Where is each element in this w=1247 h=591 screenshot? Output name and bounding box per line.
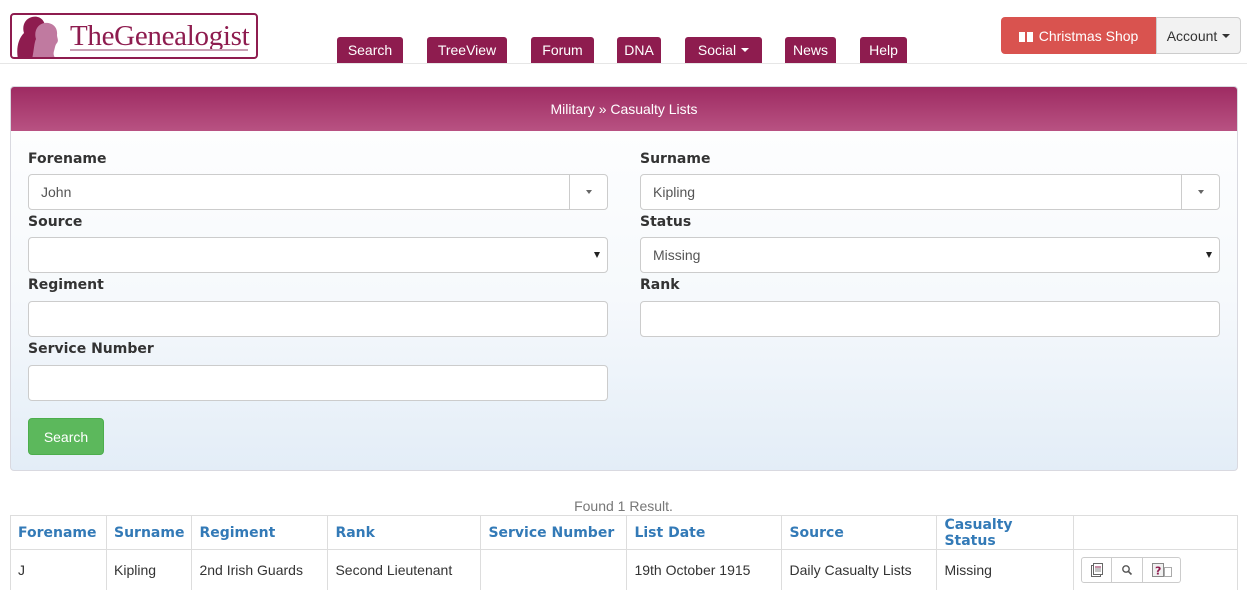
nav-search[interactable]: Search <box>337 37 403 63</box>
cell-regiment: 2nd Irish Guards <box>191 549 329 590</box>
search-panel: Military » Casualty Lists Forename John … <box>10 86 1238 471</box>
search-record-button[interactable] <box>1112 556 1144 583</box>
column-header-service-number[interactable]: Service Number <box>480 515 628 550</box>
table-row: J Kipling 2nd Irish Guards Second Lieute… <box>10 549 1238 590</box>
row-action-group: ? <box>1081 556 1230 583</box>
chevron-down-icon <box>1197 190 1204 194</box>
column-header-list-date[interactable]: List Date <box>626 515 783 550</box>
source-select[interactable] <box>28 237 608 273</box>
panel-title: Military » Casualty Lists <box>11 87 1237 131</box>
forename-label: Forename <box>28 151 107 167</box>
svg-text:?: ? <box>1155 564 1161 577</box>
nav-news[interactable]: News <box>785 37 836 63</box>
cell-service-number <box>480 549 628 590</box>
column-header-forename[interactable]: Forename <box>10 515 107 550</box>
service-number-input[interactable] <box>28 365 608 401</box>
forename-dropdown-button[interactable] <box>569 175 607 209</box>
forename-input[interactable]: John <box>28 174 608 210</box>
account-dropdown[interactable]: Account <box>1156 17 1241 54</box>
gift-icon <box>1018 29 1033 42</box>
logo-text: TheGenealogist <box>70 19 250 52</box>
cell-source: Daily Casualty Lists <box>781 549 938 590</box>
document-icon <box>1090 562 1103 577</box>
site-logo[interactable]: TheGenealogist <box>10 13 258 59</box>
search-button[interactable]: Search <box>28 418 104 455</box>
column-header-surname[interactable]: Surname <box>105 515 193 550</box>
logo-underline <box>70 49 248 51</box>
help-icon: ? <box>1151 562 1172 577</box>
chevron-down-icon <box>1222 33 1231 38</box>
nav-treeview[interactable]: TreeView <box>427 37 507 63</box>
site-header: TheGenealogist Search TreeView Forum DNA… <box>0 0 1247 64</box>
record-help-button[interactable]: ? <box>1143 556 1182 583</box>
surname-label: Surname <box>640 151 711 167</box>
rank-input[interactable] <box>640 301 1220 337</box>
view-record-button[interactable] <box>1081 556 1113 583</box>
results-summary: Found 1 Result. <box>574 498 673 514</box>
status-label: Status <box>640 214 692 230</box>
cell-list-date: 19th October 1915 <box>626 549 783 590</box>
silhouette-heads-icon <box>12 15 68 57</box>
christmas-shop-button[interactable]: Christmas Shop <box>1001 17 1156 54</box>
column-header-regiment[interactable]: Regiment <box>191 515 329 550</box>
service-number-label: Service Number <box>28 341 154 357</box>
dropdown-arrow-icon <box>594 252 600 258</box>
cell-actions: ? <box>1073 549 1238 590</box>
cell-surname: Kipling <box>105 549 193 590</box>
status-select[interactable]: Missing <box>640 237 1220 273</box>
surname-input[interactable]: Kipling <box>640 174 1220 210</box>
chevron-down-icon <box>585 190 592 194</box>
nav-dna[interactable]: DNA <box>617 37 661 63</box>
surname-dropdown-button[interactable] <box>1181 175 1219 209</box>
column-header-casualty-status[interactable]: Casualty Status <box>936 515 1075 550</box>
regiment-label: Regiment <box>28 277 104 293</box>
results-table: Forename Surname Regiment Rank Service N… <box>10 515 1238 590</box>
source-label: Source <box>28 214 83 230</box>
nav-help[interactable]: Help <box>860 37 907 63</box>
cell-forename: J <box>10 549 107 590</box>
column-header-source[interactable]: Source <box>781 515 938 550</box>
search-icon <box>1122 564 1133 575</box>
column-header-rank[interactable]: Rank <box>327 515 482 550</box>
chevron-down-icon <box>741 48 750 52</box>
rank-label: Rank <box>640 277 680 293</box>
nav-social[interactable]: Social <box>685 37 762 63</box>
column-header-actions <box>1073 515 1238 550</box>
regiment-input[interactable] <box>28 301 608 337</box>
table-header-row: Forename Surname Regiment Rank Service N… <box>10 515 1238 550</box>
cell-status: Missing <box>936 549 1075 590</box>
cell-rank: Second Lieutenant <box>327 549 482 590</box>
nav-forum[interactable]: Forum <box>531 37 594 63</box>
dropdown-arrow-icon <box>1206 252 1212 258</box>
